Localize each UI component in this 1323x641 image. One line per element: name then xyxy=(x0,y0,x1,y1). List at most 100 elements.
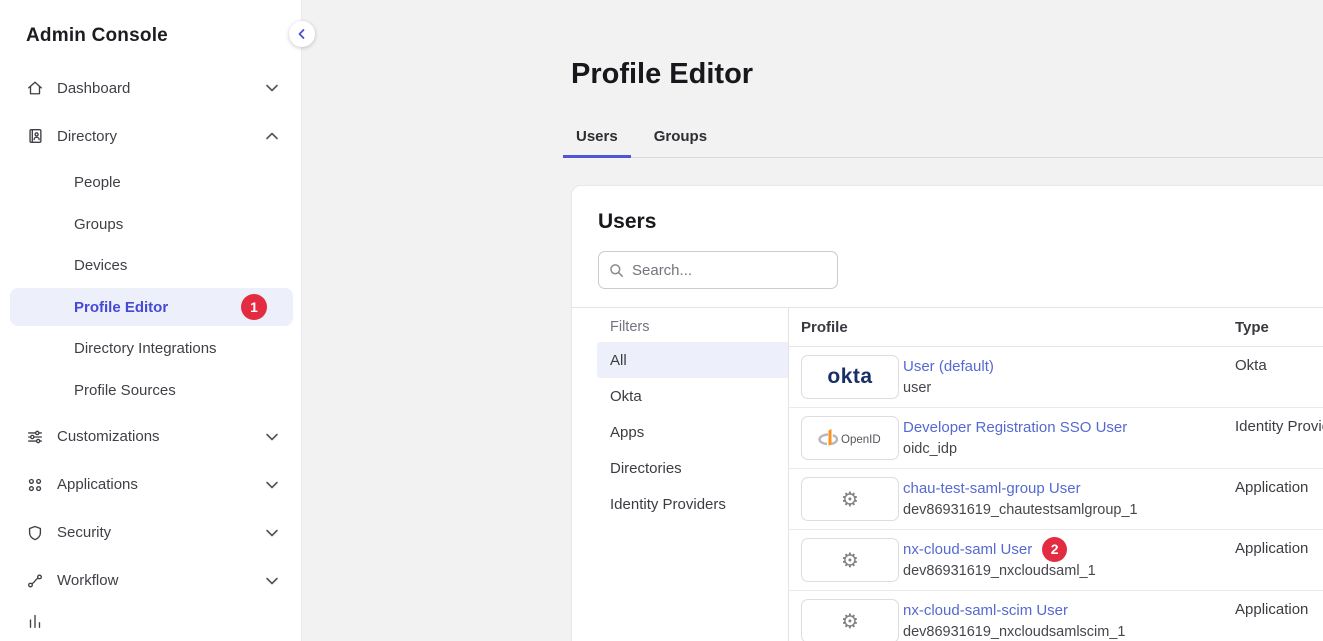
workflow-icon xyxy=(26,572,44,590)
card-body: Filters All Okta Apps Directories Identi… xyxy=(572,307,1323,641)
sidebar-item-applications[interactable]: Applications xyxy=(0,461,301,509)
apps-grid-icon xyxy=(26,476,44,494)
logo-cell: okta xyxy=(789,347,903,407)
okta-admin-console: Admin Console Dashboard Directory xyxy=(0,0,1323,641)
card-title: Users xyxy=(598,210,1310,234)
profile-link[interactable]: nx-cloud-saml User xyxy=(903,541,1032,558)
search-icon xyxy=(609,263,624,278)
profile-cell: nx-cloud-saml User 2 dev86931619_nxcloud… xyxy=(903,530,1235,590)
filters-panel: Filters All Okta Apps Directories Identi… xyxy=(572,308,789,641)
sidebar-subitem-directory-integrations[interactable]: Directory Integrations xyxy=(10,330,293,368)
profile-link[interactable]: User (default) xyxy=(903,358,994,375)
chevron-down-icon xyxy=(266,481,278,489)
okta-logo[interactable]: okta xyxy=(801,355,899,399)
type-cell: Application xyxy=(1235,530,1323,590)
directory-icon xyxy=(26,127,44,145)
sidebar-collapse-button[interactable] xyxy=(289,21,315,47)
sidebar-subitem-devices[interactable]: Devices xyxy=(10,247,293,285)
annotation-badge-1: 1 xyxy=(241,294,267,320)
search-box[interactable] xyxy=(598,251,838,289)
sidebar-subitem-label: Devices xyxy=(74,257,127,274)
gear-icon: ⚙ xyxy=(841,489,859,509)
page-title: Profile Editor xyxy=(571,58,753,91)
logo-cell: ⚙ xyxy=(789,530,903,590)
chevron-down-icon xyxy=(266,433,278,441)
users-card: Users Filters All Okta Apps Directories … xyxy=(571,185,1323,641)
gear-icon: ⚙ xyxy=(841,550,859,570)
main-content: Profile Editor Users Groups Users Filter… xyxy=(302,0,1323,641)
app-title: Admin Console xyxy=(0,0,301,47)
table-row: ⚙ nx-cloud-saml-scim User dev86931619_nx… xyxy=(789,591,1323,641)
sidebar-nav: Dashboard Directory People Groups xyxy=(0,64,301,632)
profile-cell: nx-cloud-saml-scim User dev86931619_nxcl… xyxy=(903,591,1235,641)
openid-logo[interactable]: OpenID xyxy=(801,416,899,460)
type-cell: Application xyxy=(1235,591,1323,641)
chevron-up-icon xyxy=(266,132,278,140)
sidebar-subitem-label: Profile Sources xyxy=(74,382,176,399)
chevron-down-icon xyxy=(266,577,278,585)
logo-cell: ⚙ xyxy=(789,469,903,529)
sidebar-subitem-label: Groups xyxy=(74,216,123,233)
profile-link[interactable]: Developer Registration SSO User xyxy=(903,419,1127,436)
profile-id: dev86931619_chautestsamlgroup_1 xyxy=(903,502,1235,518)
sidebar-subitem-people[interactable]: People xyxy=(10,164,293,202)
filter-directories[interactable]: Directories xyxy=(597,450,788,486)
sidebar-subitem-label: People xyxy=(74,174,121,191)
table-row: okta User (default) user Okta xyxy=(789,347,1323,408)
filter-okta[interactable]: Okta xyxy=(597,378,788,414)
chevron-down-icon xyxy=(266,529,278,537)
app-gear-logo[interactable]: ⚙ xyxy=(801,599,899,641)
profile-link[interactable]: chau-test-saml-group User xyxy=(903,480,1081,497)
reports-icon xyxy=(26,612,44,632)
table-row: ⚙ nx-cloud-saml User 2 dev86931619_nxclo… xyxy=(789,530,1323,591)
sidebar-item-reports-partial[interactable] xyxy=(26,612,301,632)
sidebar-item-label: Applications xyxy=(57,476,138,493)
tab-users[interactable]: Users xyxy=(563,127,631,158)
sidebar-item-customizations[interactable]: Customizations xyxy=(0,413,301,461)
profile-cell: User (default) user xyxy=(903,347,1235,407)
filter-all[interactable]: All xyxy=(597,342,788,378)
sidebar-item-label: Directory xyxy=(57,128,117,145)
app-gear-logo[interactable]: ⚙ xyxy=(801,477,899,521)
type-cell: Application xyxy=(1235,469,1323,529)
sidebar: Admin Console Dashboard Directory xyxy=(0,0,302,641)
logo-cell: OpenID xyxy=(789,408,903,468)
tab-groups[interactable]: Groups xyxy=(641,127,720,158)
sidebar-item-workflow[interactable]: Workflow xyxy=(0,557,301,605)
shield-icon xyxy=(26,524,44,542)
tab-bar: Users Groups xyxy=(558,127,725,158)
annotation-badge-2: 2 xyxy=(1042,537,1067,562)
profile-id: oidc_idp xyxy=(903,441,1235,457)
chevron-down-icon xyxy=(266,84,278,92)
profiles-table: Profile Type okta User (default) user xyxy=(789,308,1323,641)
profile-id: user xyxy=(903,380,1235,396)
sidebar-subitem-groups[interactable]: Groups xyxy=(10,205,293,243)
sliders-icon xyxy=(26,428,44,446)
filter-apps[interactable]: Apps xyxy=(597,414,788,450)
sidebar-item-directory[interactable]: Directory xyxy=(0,112,301,160)
table-row: OpenID Developer Registration SSO User o… xyxy=(789,408,1323,469)
profile-link[interactable]: nx-cloud-saml-scim User xyxy=(903,602,1068,619)
profile-id: dev86931619_nxcloudsaml_1 xyxy=(903,563,1235,579)
filter-identity-providers[interactable]: Identity Providers xyxy=(597,486,788,522)
sidebar-item-dashboard[interactable]: Dashboard xyxy=(0,64,301,112)
gear-icon: ⚙ xyxy=(841,611,859,631)
search-input[interactable] xyxy=(632,262,831,279)
profile-cell: Developer Registration SSO User oidc_idp xyxy=(903,408,1235,468)
type-cell: Okta xyxy=(1235,347,1323,407)
profile-id: dev86931619_nxcloudsamlscim_1 xyxy=(903,624,1235,640)
sidebar-subitem-label: Directory Integrations xyxy=(74,340,217,357)
profile-cell: chau-test-saml-group User dev86931619_ch… xyxy=(903,469,1235,529)
svg-text:OpenID: OpenID xyxy=(841,434,881,446)
sidebar-item-label: Security xyxy=(57,524,111,541)
sidebar-subitem-profile-editor[interactable]: Profile Editor 1 xyxy=(10,288,293,326)
column-header-type: Type xyxy=(1235,319,1323,336)
table-header: Profile Type xyxy=(789,308,1323,347)
app-gear-logo[interactable]: ⚙ xyxy=(801,538,899,582)
logo-cell: ⚙ xyxy=(789,591,903,641)
filters-label: Filters xyxy=(572,312,788,342)
type-cell: Identity Provider xyxy=(1235,408,1323,468)
okta-logo-text: okta xyxy=(827,365,872,389)
sidebar-item-security[interactable]: Security xyxy=(0,509,301,557)
sidebar-subitem-profile-sources[interactable]: Profile Sources xyxy=(10,371,293,409)
